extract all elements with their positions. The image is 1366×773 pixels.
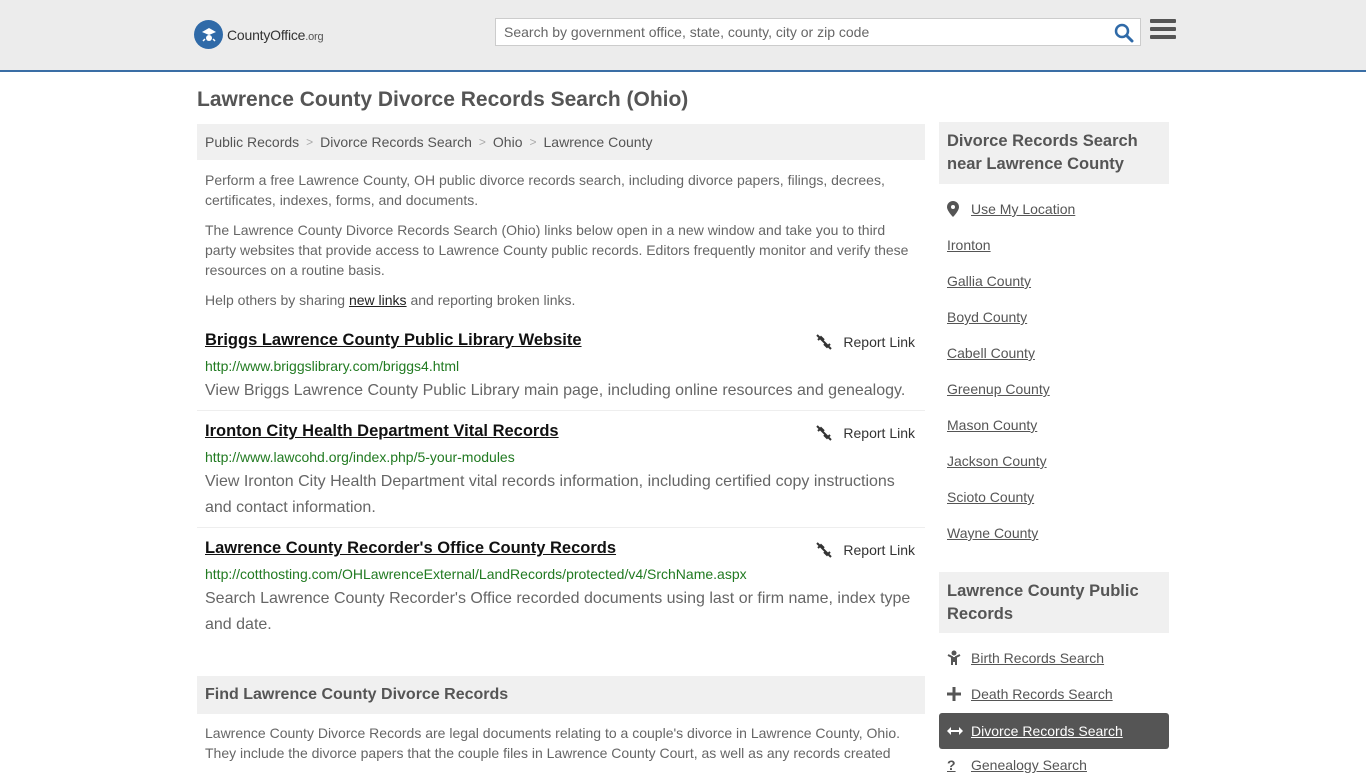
sidebar-item-label: Divorce Records Search [971, 723, 1123, 739]
sidebar-item-death-records[interactable]: Death Records Search [947, 686, 1113, 702]
result-url: http://www.lawcohd.org/index.php/5-your-… [205, 449, 515, 465]
arrows-icon [947, 723, 971, 739]
search-input[interactable] [496, 19, 1096, 45]
broken-link-icon [816, 542, 833, 558]
report-link-button[interactable]: Report Link [815, 333, 915, 351]
intro-paragraph-3: Help others by sharing new links and rep… [205, 290, 917, 310]
nearby-link-boyd-county[interactable]: Boyd County [947, 309, 1027, 325]
page-title: Lawrence County Divorce Records Search (… [197, 88, 689, 111]
use-my-location-link[interactable]: Use My Location [947, 201, 1075, 217]
intro-text: Help others by sharing [205, 292, 349, 308]
report-link-button[interactable]: Report Link [815, 541, 915, 559]
sidebar-item-divorce-records[interactable]: Divorce Records Search [939, 713, 1169, 749]
broken-link-icon [816, 334, 833, 350]
intro-text: and reporting broken links. [406, 292, 576, 308]
nearby-link-mason-county[interactable]: Mason County [947, 417, 1037, 433]
breadcrumb-item-ohio[interactable]: Ohio [493, 134, 523, 150]
sidebar-nearby-heading: Divorce Records Search near Lawrence Cou… [939, 122, 1169, 184]
result-description: Search Lawrence County Recorder's Office… [205, 590, 911, 633]
result-url: http://cotthosting.com/OHLawrenceExterna… [205, 566, 747, 582]
nearby-link-ironton[interactable]: Ironton [947, 237, 991, 253]
sidebar-item-birth-records[interactable]: Birth Records Search [947, 650, 1104, 666]
nearby-link-cabell-county[interactable]: Cabell County [947, 345, 1035, 361]
nearby-link-scioto-county[interactable]: Scioto County [947, 489, 1034, 505]
result-item: Briggs Lawrence County Public Library We… [197, 331, 925, 411]
breadcrumb-item-divorce-records[interactable]: Divorce Records Search [320, 134, 472, 150]
map-marker-icon [947, 201, 971, 217]
plus-icon [947, 687, 971, 701]
nearby-link-jackson-county[interactable]: Jackson County [947, 453, 1047, 469]
logo-text: CountyOffice.org [227, 26, 324, 43]
logo[interactable]: CountyOffice.org [194, 20, 324, 49]
breadcrumb-separator: > [529, 135, 537, 149]
sidebar-item-label: Death Records Search [971, 686, 1113, 702]
broken-link-icon [816, 425, 833, 441]
use-my-location-label: Use My Location [971, 201, 1076, 217]
logo-main: CountyOffice [227, 26, 306, 43]
site-header: CountyOffice.org [0, 0, 1366, 72]
result-title-link[interactable]: Ironton City Health Department Vital Rec… [205, 422, 559, 441]
result-title-link[interactable]: Briggs Lawrence County Public Library We… [205, 331, 582, 350]
result-item: Lawrence County Recorder's Office County… [197, 539, 925, 639]
nearby-link-wayne-county[interactable]: Wayne County [947, 525, 1038, 541]
result-url: http://www.briggslibrary.com/briggs4.htm… [205, 358, 460, 374]
result-description: View Briggs Lawrence County Public Libra… [205, 382, 906, 399]
child-icon [947, 650, 971, 666]
question-icon: ? [947, 757, 956, 773]
report-link-label: Report Link [843, 334, 915, 350]
breadcrumb-separator: > [478, 135, 486, 149]
search-box [495, 18, 1141, 46]
sidebar-item-label: Genealogy Search [971, 757, 1087, 773]
report-link-button[interactable]: Report Link [815, 424, 915, 442]
sidebar-item-genealogy[interactable]: ? Genealogy Search [947, 757, 1087, 773]
result-item: Ironton City Health Department Vital Rec… [197, 422, 925, 528]
hamburger-menu-icon[interactable] [1150, 19, 1176, 43]
new-links-link[interactable]: new links [349, 292, 407, 308]
nearby-link-gallia-county[interactable]: Gallia County [947, 273, 1031, 289]
sidebar-item-label: Birth Records Search [971, 650, 1105, 666]
breadcrumb-separator: > [306, 135, 314, 149]
breadcrumb-item-public-records[interactable]: Public Records [205, 134, 299, 150]
result-title-link[interactable]: Lawrence County Recorder's Office County… [205, 539, 616, 558]
search-icon[interactable] [1114, 23, 1134, 43]
logo-seal-icon [194, 20, 223, 49]
find-section-heading: Find Lawrence County Divorce Records [197, 676, 925, 714]
sidebar-public-records-heading: Lawrence County Public Records [939, 572, 1169, 633]
intro-paragraph-2: The Lawrence County Divorce Records Sear… [205, 222, 909, 278]
logo-tld: .org [305, 30, 324, 43]
find-section-text: Lawrence County Divorce Records are lega… [205, 725, 900, 761]
report-link-label: Report Link [843, 425, 915, 441]
breadcrumb-item-lawrence-county[interactable]: Lawrence County [544, 134, 653, 150]
nearby-link-greenup-county[interactable]: Greenup County [947, 381, 1050, 397]
report-link-label: Report Link [843, 542, 915, 558]
intro-paragraph-1: Perform a free Lawrence County, OH publi… [205, 172, 885, 208]
result-description: View Ironton City Health Department vita… [205, 473, 895, 516]
breadcrumb: Public Records > Divorce Records Search … [197, 124, 925, 160]
